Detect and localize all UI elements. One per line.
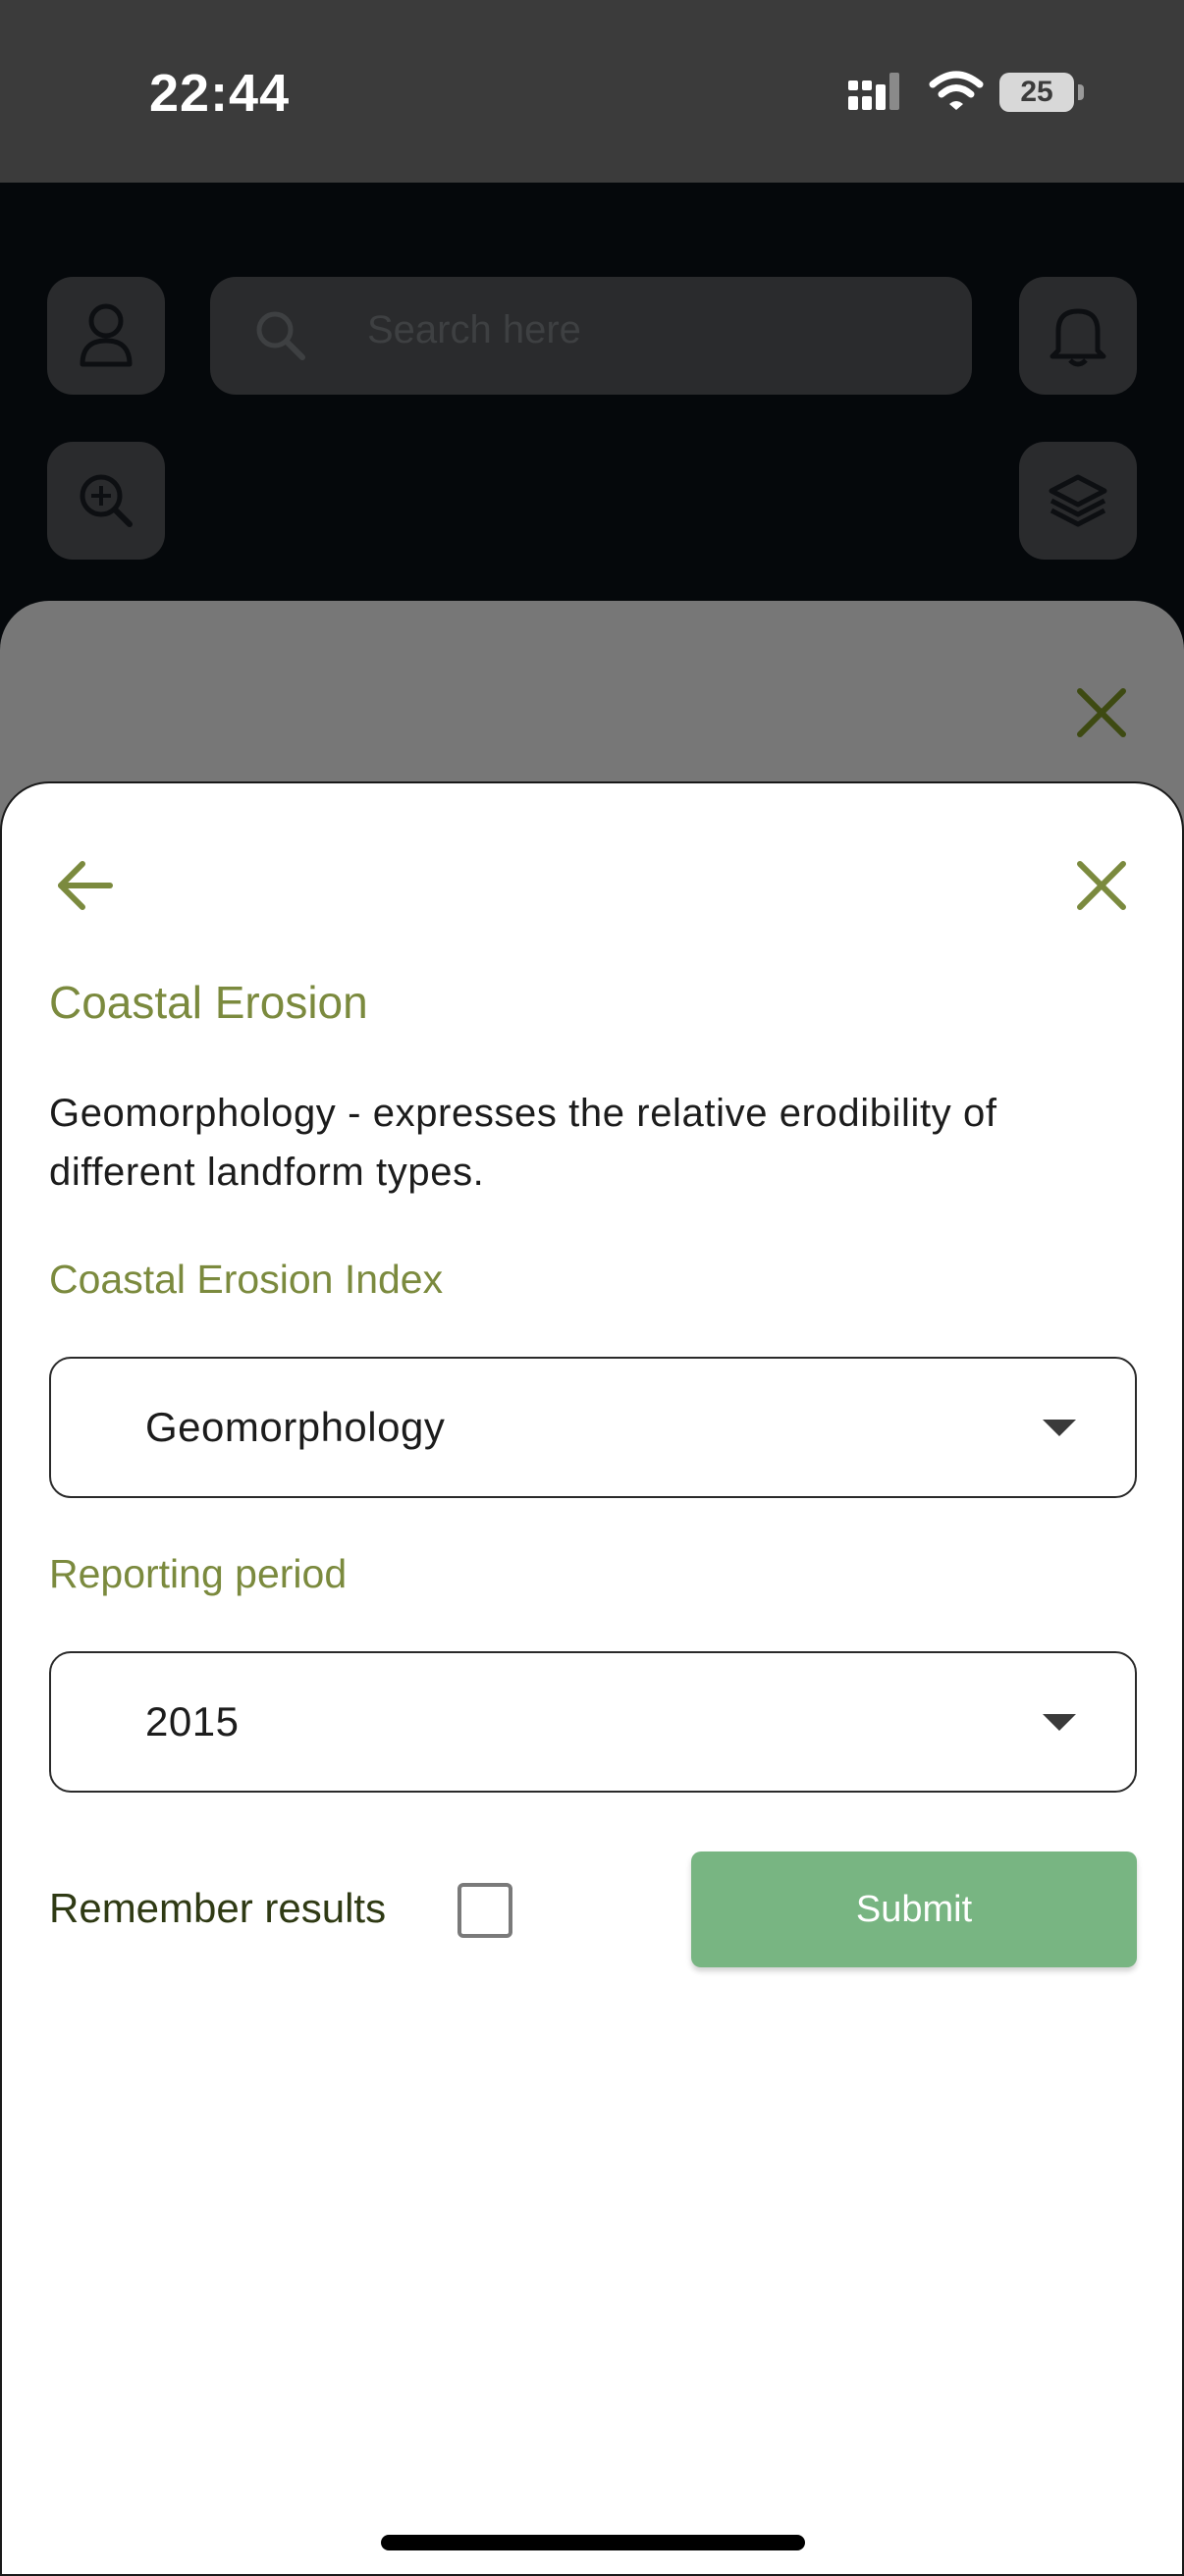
caret-down-icon [1043, 1420, 1076, 1436]
remember-results-checkbox[interactable] [457, 1883, 512, 1938]
home-indicator [381, 2535, 805, 2550]
close-icon[interactable] [1074, 685, 1129, 740]
sheet-description: Geomorphology - expresses the relative e… [49, 1092, 997, 1194]
period-label: Reporting period [49, 1551, 348, 1596]
remember-results-label: Remember results [49, 1885, 387, 1931]
period-select[interactable]: 2015 [49, 1651, 1137, 1793]
zoom-in-icon [80, 474, 133, 527]
back-arrow-icon[interactable] [55, 858, 114, 913]
profile-button[interactable] [47, 277, 165, 395]
close-icon[interactable] [1074, 858, 1129, 913]
layers-button[interactable] [1019, 442, 1137, 560]
battery-level: 25 [999, 73, 1074, 112]
notifications-button[interactable] [1019, 277, 1137, 395]
coastal-erosion-sheet: Coastal Erosion Geomorphology - expresse… [0, 781, 1184, 2576]
sheet-title: Coastal Erosion [49, 977, 368, 1028]
search-placeholder: Search here [367, 308, 581, 351]
zoom-in-button[interactable] [47, 442, 165, 560]
search-input[interactable]: Search here [210, 277, 972, 395]
index-label: Coastal Erosion Index [49, 1257, 444, 1302]
index-select-value: Geomorphology [145, 1404, 446, 1450]
status-bar: 22:44 25 [0, 0, 1184, 183]
bell-icon [1049, 308, 1106, 367]
submit-button[interactable]: Submit [691, 1852, 1137, 1967]
signal-icon [848, 73, 899, 110]
period-select-value: 2015 [145, 1698, 240, 1744]
search-icon [256, 311, 305, 360]
user-icon [80, 303, 133, 367]
wifi-icon [929, 71, 984, 110]
index-select[interactable]: Geomorphology [49, 1357, 1137, 1498]
map-area: Search here [0, 183, 1184, 605]
caret-down-icon [1043, 1714, 1076, 1731]
layers-icon [1049, 474, 1107, 527]
status-icons: 25 [846, 67, 1084, 126]
status-time: 22:44 [149, 64, 291, 123]
battery-tip [1078, 84, 1084, 100]
